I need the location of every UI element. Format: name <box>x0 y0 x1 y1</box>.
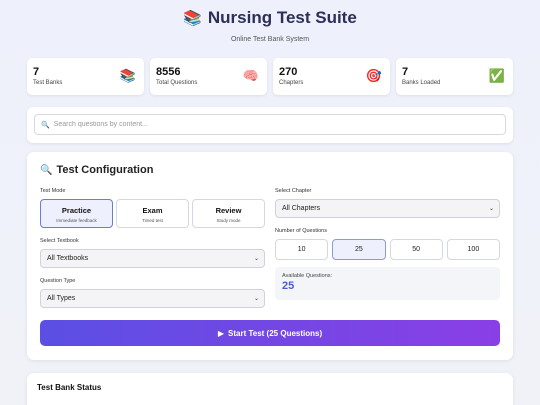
magnifier-icon: 🔍 <box>40 164 53 176</box>
app-subtitle: Online Test Bank System <box>230 36 310 43</box>
chapter-select-value: All Chapters <box>282 205 321 212</box>
config-title: 🔍 Test Configuration <box>40 164 500 176</box>
start-test-label: Start Test (25 Questions) <box>228 328 323 338</box>
stats-row: 7 Test Banks 📚 8556 Total Questions 🧠 27… <box>27 58 513 95</box>
start-test-button[interactable]: ▶ Start Test (25 Questions) <box>40 320 500 346</box>
question-type-label: Question Type <box>40 278 76 284</box>
chevron-down-icon: ⌄ <box>253 296 259 302</box>
books-icon: 📚 <box>183 10 202 27</box>
mode-subtitle: Immediate feedback <box>56 218 97 223</box>
search-icon: 🔍 <box>41 121 50 129</box>
mode-title: Practice <box>61 206 92 215</box>
config-left-column: Test Mode Practice Immediate feedback Ex… <box>40 188 265 308</box>
question-type-select[interactable]: All Types ⌄ <box>40 289 265 308</box>
mode-title: Exam <box>142 206 163 215</box>
test-bank-status-card: Test Bank Status <box>27 373 513 405</box>
test-mode-label: Test Mode <box>40 188 66 194</box>
header: 📚 Nursing Test Suite Online Test Bank Sy… <box>0 0 540 43</box>
mode-title: Review <box>215 206 242 215</box>
check-icon: ✅ <box>488 68 505 83</box>
stat-card-chapters: 270 Chapters 🎯 <box>273 58 390 95</box>
search-box[interactable]: 🔍 <box>34 114 506 135</box>
target-icon: 🎯 <box>365 68 382 83</box>
available-questions-label: Available Questions: <box>282 273 333 279</box>
chapter-select[interactable]: All Chapters ⌄ <box>275 199 500 218</box>
mode-subtitle: Study mode <box>216 218 241 223</box>
count-25-button[interactable]: 25 <box>332 239 386 260</box>
textbook-select-value: All Textbooks <box>47 255 89 262</box>
search-input[interactable] <box>53 121 505 128</box>
chevron-down-icon: ⌄ <box>253 256 259 262</box>
count-100-button[interactable]: 100 <box>446 239 500 260</box>
books-icon: 📚 <box>119 68 136 83</box>
count-50-button[interactable]: 50 <box>389 239 443 260</box>
mode-subtitle: Timed test <box>142 218 163 223</box>
test-configuration-card: 🔍 Test Configuration Test Mode Practice … <box>27 152 513 360</box>
test-mode-options: Practice Immediate feedback Exam Timed t… <box>40 199 265 228</box>
app-title-text: Nursing Test Suite <box>207 8 357 27</box>
status-title: Test Bank Status <box>37 383 102 392</box>
app-title: 📚 Nursing Test Suite <box>0 8 540 28</box>
chevron-down-icon: ⌄ <box>488 206 494 212</box>
stat-card-test-banks: 7 Test Banks 📚 <box>27 58 144 95</box>
config-right-column: Select Chapter All Chapters ⌄ Number of … <box>275 188 500 308</box>
play-icon: ▶ <box>217 328 225 338</box>
brain-icon: 🧠 <box>242 68 259 83</box>
chapter-label: Select Chapter <box>275 188 312 194</box>
config-title-text: Test Configuration <box>56 164 154 176</box>
available-questions-value: 25 <box>282 280 295 292</box>
mode-practice-button[interactable]: Practice Immediate feedback <box>40 199 113 228</box>
mode-exam-button[interactable]: Exam Timed test <box>116 199 189 228</box>
available-questions-box: Available Questions: 25 <box>275 267 500 300</box>
search-card: 🔍 <box>27 107 513 143</box>
mode-review-button[interactable]: Review Study mode <box>192 199 265 228</box>
number-of-questions-label: Number of Questions <box>275 228 327 234</box>
stat-card-banks-loaded: 7 Banks Loaded ✅ <box>396 58 513 95</box>
textbook-label: Select Textbook <box>40 238 79 244</box>
stat-card-total-questions: 8556 Total Questions 🧠 <box>150 58 267 95</box>
count-10-button[interactable]: 10 <box>275 239 329 260</box>
question-type-select-value: All Types <box>47 295 76 302</box>
textbook-select[interactable]: All Textbooks ⌄ <box>40 249 265 268</box>
question-count-options: 10 25 50 100 <box>275 239 500 260</box>
